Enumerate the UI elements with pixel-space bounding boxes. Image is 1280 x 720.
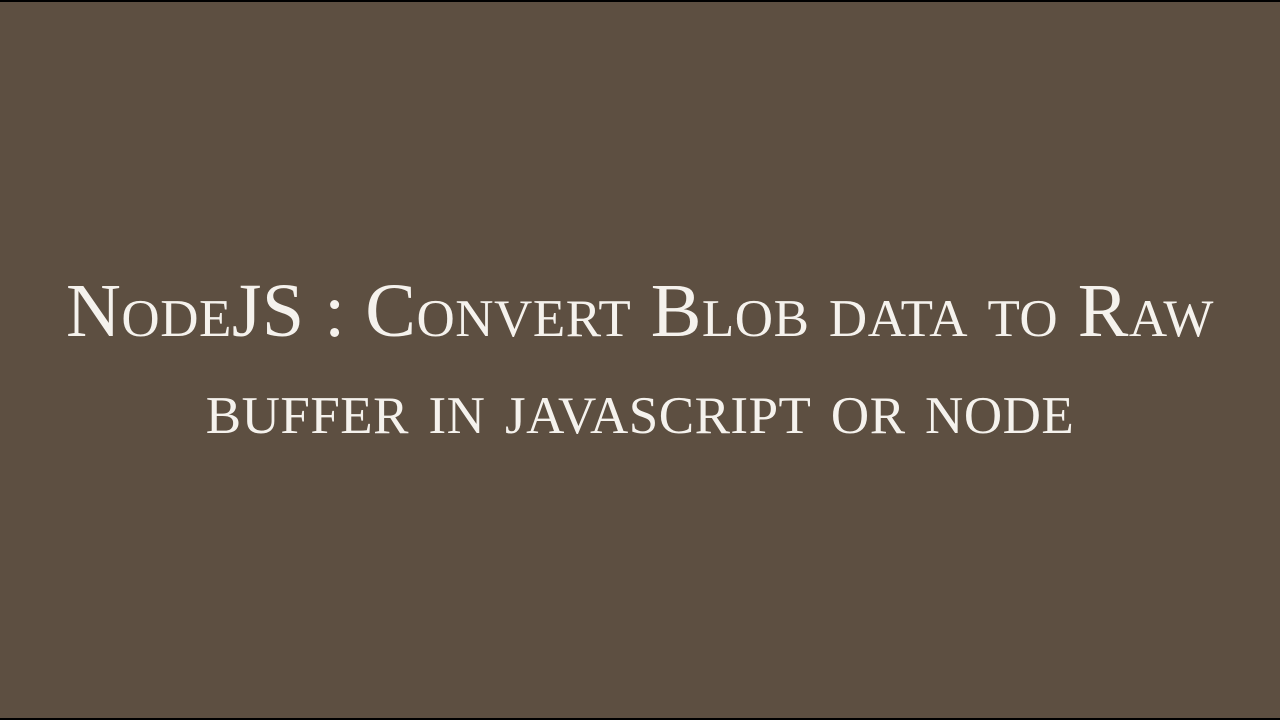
title-text: NodeJS : Convert Blob data to Raw buffer… [60,263,1220,458]
title-card-container: NodeJS : Convert Blob data to Raw buffer… [0,2,1280,718]
